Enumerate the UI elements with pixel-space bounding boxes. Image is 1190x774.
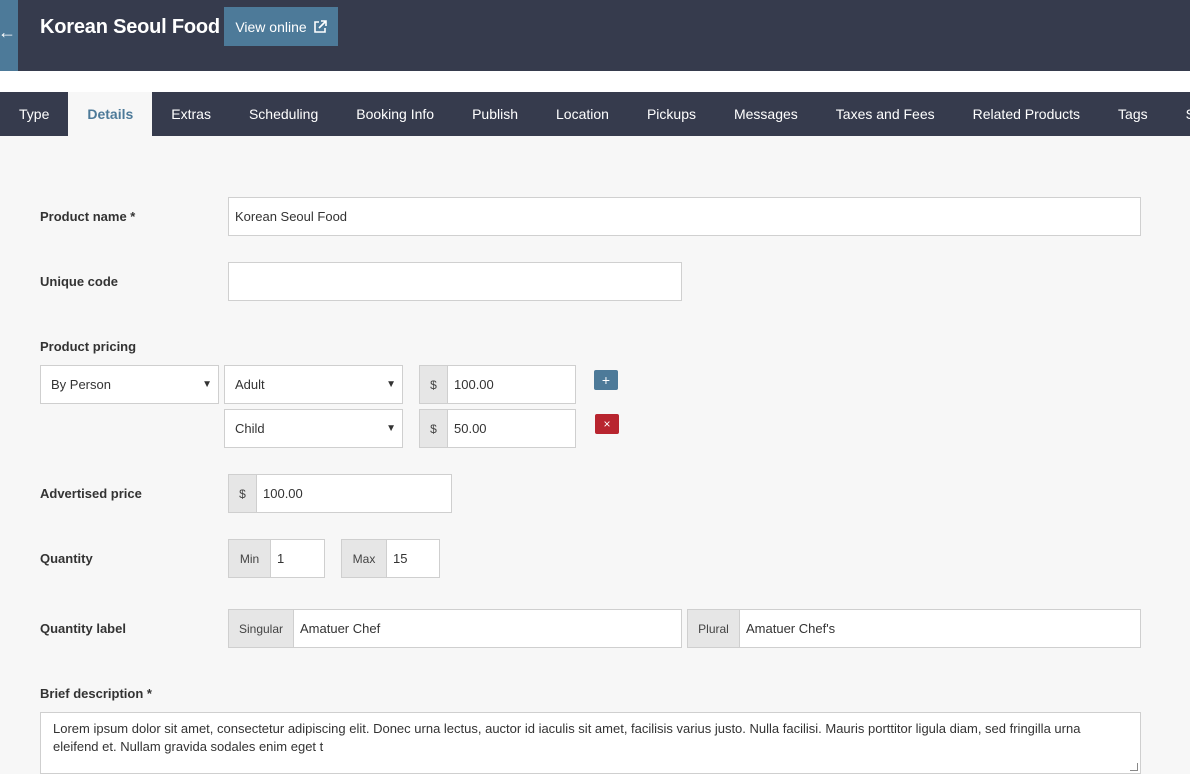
product-pricing-label: Product pricing (40, 339, 137, 354)
tab-tags[interactable]: Tags (1099, 92, 1167, 136)
product-name-value: Korean Seoul Food (235, 209, 348, 224)
arrow-left-icon: ← (0, 22, 16, 42)
remove-price-row-button[interactable]: × (595, 414, 619, 434)
tab-location[interactable]: Location (537, 92, 628, 136)
singular-input-group[interactable]: Singular Amatuer Chef (228, 609, 682, 648)
brief-description-label: Brief description * (40, 686, 152, 701)
currency-addon: $ (420, 366, 448, 403)
quantity-min-value[interactable]: 1 (271, 540, 284, 577)
tab-messages[interactable]: Messages (715, 92, 817, 136)
advertised-price-label: Advertised price (40, 486, 142, 501)
tab-scheduling[interactable]: Scheduling (230, 92, 337, 136)
product-name-label: Product name * (40, 209, 136, 224)
min-addon: Min (229, 540, 271, 577)
back-button[interactable]: ← (0, 0, 18, 71)
unique-code-input[interactable] (228, 262, 682, 301)
price-input-group[interactable]: $ 100.00 (419, 365, 576, 404)
resize-handle-icon[interactable] (1130, 763, 1138, 771)
tab-booking-info[interactable]: Booking Info (337, 92, 453, 136)
singular-value[interactable]: Amatuer Chef (294, 610, 380, 647)
brief-description-value: Lorem ipsum dolor sit amet, consectetur … (53, 721, 1081, 754)
app-header: ← Korean Seoul Food View online (0, 0, 1190, 71)
advertised-price-value[interactable]: 100.00 (257, 475, 303, 512)
tab-seo[interactable]: SEO (1167, 92, 1190, 136)
plus-icon: + (601, 372, 611, 388)
price-value[interactable]: 50.00 (448, 410, 487, 447)
view-online-button[interactable]: View online (224, 7, 338, 46)
pricing-type-select[interactable]: By Person ▼ (40, 365, 219, 404)
quantity-max-value[interactable]: 15 (387, 540, 407, 577)
quantity-max-group[interactable]: Max 15 (341, 539, 440, 578)
quantity-label: Quantity (40, 551, 93, 566)
price-category-value: Child (235, 421, 265, 436)
close-icon: × (603, 417, 611, 431)
product-name-input[interactable]: Korean Seoul Food (228, 197, 1141, 236)
tab-extras[interactable]: Extras (152, 92, 230, 136)
header-spacer (0, 71, 1190, 92)
price-value[interactable]: 100.00 (448, 366, 494, 403)
singular-addon: Singular (229, 610, 294, 647)
pricing-type-value: By Person (51, 377, 111, 392)
plural-addon: Plural (688, 610, 740, 647)
quantity-min-group[interactable]: Min 1 (228, 539, 325, 578)
quantity-label-label: Quantity label (40, 621, 126, 636)
tab-bar: Type Details Extras Scheduling Booking I… (0, 92, 1190, 136)
unique-code-label: Unique code (40, 274, 119, 289)
price-category-value: Adult (235, 377, 265, 392)
price-category-select[interactable]: Child ▼ (224, 409, 403, 448)
price-input-group[interactable]: $ 50.00 (419, 409, 576, 448)
external-link-icon (313, 19, 327, 33)
add-price-row-button[interactable]: + (594, 370, 618, 390)
tab-taxes-and-fees[interactable]: Taxes and Fees (817, 92, 954, 136)
price-category-select[interactable]: Adult ▼ (224, 365, 403, 404)
advertised-price-input-group[interactable]: $ 100.00 (228, 474, 452, 513)
tab-related-products[interactable]: Related Products (954, 92, 1099, 136)
max-addon: Max (342, 540, 387, 577)
view-online-label: View online (235, 18, 307, 35)
currency-addon: $ (229, 475, 257, 512)
tab-pickups[interactable]: Pickups (628, 92, 715, 136)
caret-down-icon: ▼ (202, 379, 212, 390)
plural-value[interactable]: Amatuer Chef's (740, 610, 835, 647)
currency-addon: $ (420, 410, 448, 447)
caret-down-icon: ▼ (386, 379, 396, 390)
page-title: Korean Seoul Food (40, 16, 220, 38)
brief-description-textarea[interactable]: Lorem ipsum dolor sit amet, consectetur … (40, 712, 1141, 774)
plural-input-group[interactable]: Plural Amatuer Chef's (687, 609, 1141, 648)
caret-down-icon: ▼ (386, 423, 396, 434)
tab-publish[interactable]: Publish (453, 92, 537, 136)
tab-details[interactable]: Details (68, 92, 153, 136)
tab-type[interactable]: Type (0, 92, 68, 136)
